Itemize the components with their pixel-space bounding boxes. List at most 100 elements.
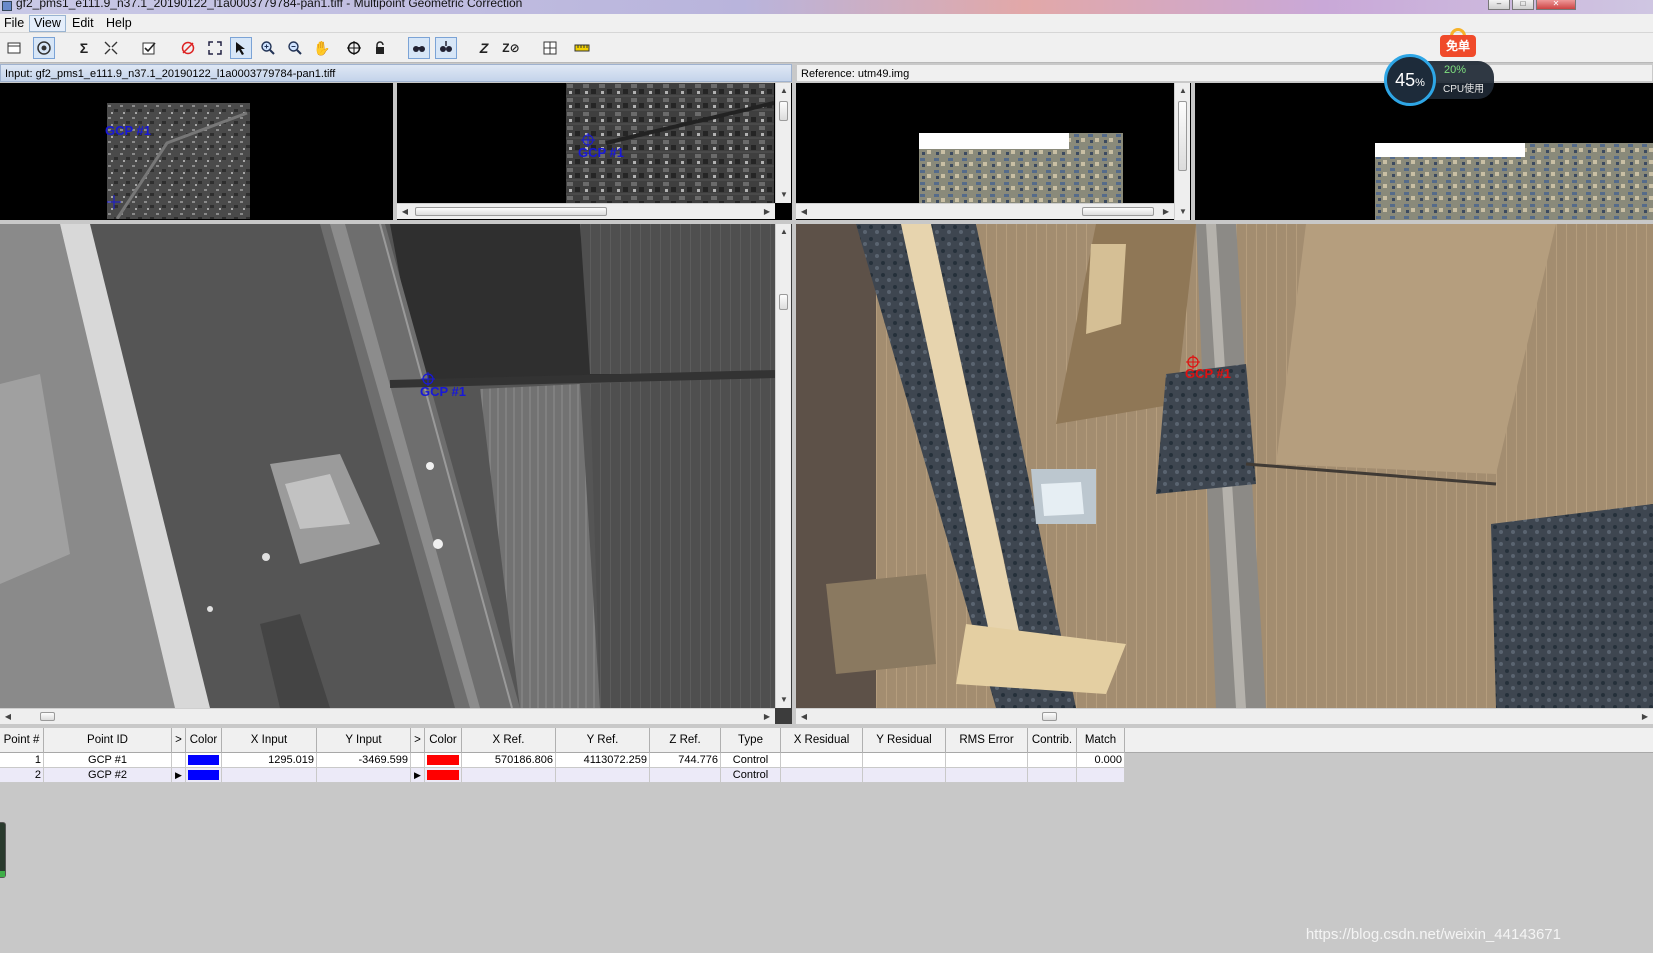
- cell-x-input[interactable]: 1295.019: [222, 753, 317, 768]
- gcp-table-header: Point # Point ID > Color X Input Y Input…: [0, 728, 1653, 753]
- col-ref-color[interactable]: Color: [425, 728, 462, 753]
- reference-main-hscroll[interactable]: ◀ ▶: [796, 708, 1653, 724]
- side-dock-tab[interactable]: [0, 822, 6, 878]
- input-zoom-vscroll[interactable]: ▲ ▼: [775, 83, 791, 203]
- cell-z-ref[interactable]: 744.776: [650, 753, 721, 768]
- cell-match[interactable]: 0.000: [1077, 753, 1125, 768]
- select-pointer-icon[interactable]: [230, 37, 252, 59]
- zoom-fit-icon[interactable]: [204, 37, 226, 59]
- ref-color-swatch: [427, 770, 459, 780]
- cell-y-residual[interactable]: [863, 768, 946, 783]
- reference-overview-hscroll[interactable]: ◀ ▶: [796, 203, 1174, 219]
- col-y-input[interactable]: Y Input: [317, 728, 411, 753]
- input-main-pane[interactable]: GCP #1 ▲ ▼ ◀ ▶: [0, 224, 792, 724]
- input-zoom-pane[interactable]: GCP #1 ▲ ▼ ◀ ▶: [397, 83, 792, 220]
- cell-x-residual[interactable]: [781, 768, 863, 783]
- menu-view[interactable]: View: [29, 15, 66, 32]
- cell-marker[interactable]: ▶: [172, 768, 186, 783]
- cell-type[interactable]: Control: [721, 768, 781, 783]
- cell-y-ref[interactable]: [556, 768, 650, 783]
- auto-correlate-icon[interactable]: [33, 37, 55, 59]
- input-overview-pane[interactable]: GCP #1: [0, 83, 393, 220]
- sigma-icon[interactable]: Σ: [73, 37, 95, 59]
- grid-icon[interactable]: [539, 37, 561, 59]
- cpu-monitor-widget[interactable]: 20% CPU使用 45%: [1384, 54, 1494, 106]
- cell-type[interactable]: Control: [721, 753, 781, 768]
- find-match-icon[interactable]: [408, 37, 430, 59]
- maximize-icon[interactable]: □: [1512, 0, 1534, 10]
- reference-overview-pane[interactable]: ▲ ▼ ◀ ▶: [796, 83, 1191, 220]
- menu-help[interactable]: Help: [102, 15, 136, 32]
- ref-color-swatch: [427, 755, 459, 765]
- cell-z-ref[interactable]: [650, 768, 721, 783]
- reference-main-pane[interactable]: GCP #1 ◀ ▶: [796, 224, 1653, 724]
- cell-contrib[interactable]: [1028, 753, 1077, 768]
- cell-ref-color[interactable]: [425, 753, 462, 768]
- menu-file[interactable]: File: [0, 15, 28, 32]
- cell-marker[interactable]: [172, 753, 186, 768]
- layout-toggle-icon[interactable]: [3, 37, 25, 59]
- col-point-id[interactable]: Point ID: [44, 728, 172, 753]
- cell-input-color[interactable]: [186, 768, 222, 783]
- col-x-residual[interactable]: X Residual: [781, 728, 863, 753]
- cell-point-num[interactable]: 1: [0, 753, 44, 768]
- cell-marker-2[interactable]: [411, 753, 425, 768]
- minimize-icon[interactable]: –: [1488, 0, 1510, 10]
- pan-hand-icon[interactable]: ✋: [311, 37, 333, 59]
- gcp-color-icon[interactable]: [177, 37, 199, 59]
- zoom-in-icon[interactable]: [257, 37, 279, 59]
- close-icon[interactable]: ✕: [1536, 0, 1576, 10]
- cell-marker-2[interactable]: ▶: [411, 768, 425, 783]
- col-y-ref[interactable]: Y Ref.: [556, 728, 650, 753]
- cell-contrib[interactable]: [1028, 768, 1077, 783]
- z-value-icon[interactable]: Z: [473, 37, 495, 59]
- transform-icon[interactable]: [100, 37, 122, 59]
- col-contrib[interactable]: Contrib.: [1028, 728, 1077, 753]
- col-marker-2[interactable]: >: [411, 728, 425, 753]
- ruler-icon[interactable]: [571, 37, 593, 59]
- z-all-icon[interactable]: Z⊘: [500, 37, 522, 59]
- reference-viewer-label: Reference: utm49.img: [796, 64, 1653, 82]
- cell-y-input[interactable]: [317, 768, 411, 783]
- cell-x-residual[interactable]: [781, 753, 863, 768]
- zoom-out-icon[interactable]: [284, 37, 306, 59]
- cpu-usage-label: CPU使用: [1443, 84, 1485, 95]
- cell-match[interactable]: [1077, 768, 1125, 783]
- col-x-input[interactable]: X Input: [222, 728, 317, 753]
- gcp-label-input-main: GCP #1: [420, 384, 467, 399]
- col-z-ref[interactable]: Z Ref.: [650, 728, 721, 753]
- col-type[interactable]: Type: [721, 728, 781, 753]
- create-gcp-icon[interactable]: [343, 37, 365, 59]
- col-input-color[interactable]: Color: [186, 728, 222, 753]
- table-row[interactable]: 2 GCP #2 ▶ ▶ Control: [0, 768, 1125, 783]
- cell-x-ref[interactable]: 570186.806: [462, 753, 556, 768]
- input-zoom-hscroll[interactable]: ◀ ▶: [397, 203, 775, 219]
- cell-rms-error[interactable]: [946, 768, 1028, 783]
- col-x-ref[interactable]: X Ref.: [462, 728, 556, 753]
- gcp-label-input-overview: GCP #1: [105, 123, 152, 138]
- reference-overview-vscroll[interactable]: ▲ ▼: [1174, 83, 1190, 220]
- col-match[interactable]: Match: [1077, 728, 1125, 753]
- table-row[interactable]: 1 GCP #1 1295.019 -3469.599 570186.806 4…: [0, 753, 1125, 768]
- cell-input-color[interactable]: [186, 753, 222, 768]
- cell-y-ref[interactable]: 4113072.259: [556, 753, 650, 768]
- menu-edit[interactable]: Edit: [68, 15, 98, 32]
- input-main-hscroll[interactable]: ◀ ▶: [0, 708, 775, 724]
- cell-point-id[interactable]: GCP #2: [44, 768, 172, 783]
- col-marker[interactable]: >: [172, 728, 186, 753]
- cell-x-ref[interactable]: [462, 768, 556, 783]
- cell-rms-error[interactable]: [946, 753, 1028, 768]
- cell-ref-color[interactable]: [425, 768, 462, 783]
- find-match-all-icon[interactable]: [435, 37, 457, 59]
- cell-point-id[interactable]: GCP #1: [44, 753, 172, 768]
- check-icon[interactable]: [138, 37, 160, 59]
- input-main-vscroll[interactable]: ▲ ▼: [775, 224, 791, 708]
- col-y-residual[interactable]: Y Residual: [863, 728, 946, 753]
- col-point-num[interactable]: Point #: [0, 728, 44, 753]
- col-rms-error[interactable]: RMS Error: [946, 728, 1028, 753]
- cell-y-residual[interactable]: [863, 753, 946, 768]
- cell-point-num[interactable]: 2: [0, 768, 44, 783]
- cell-y-input[interactable]: -3469.599: [317, 753, 411, 768]
- lock-icon[interactable]: [369, 37, 391, 59]
- cell-x-input[interactable]: [222, 768, 317, 783]
